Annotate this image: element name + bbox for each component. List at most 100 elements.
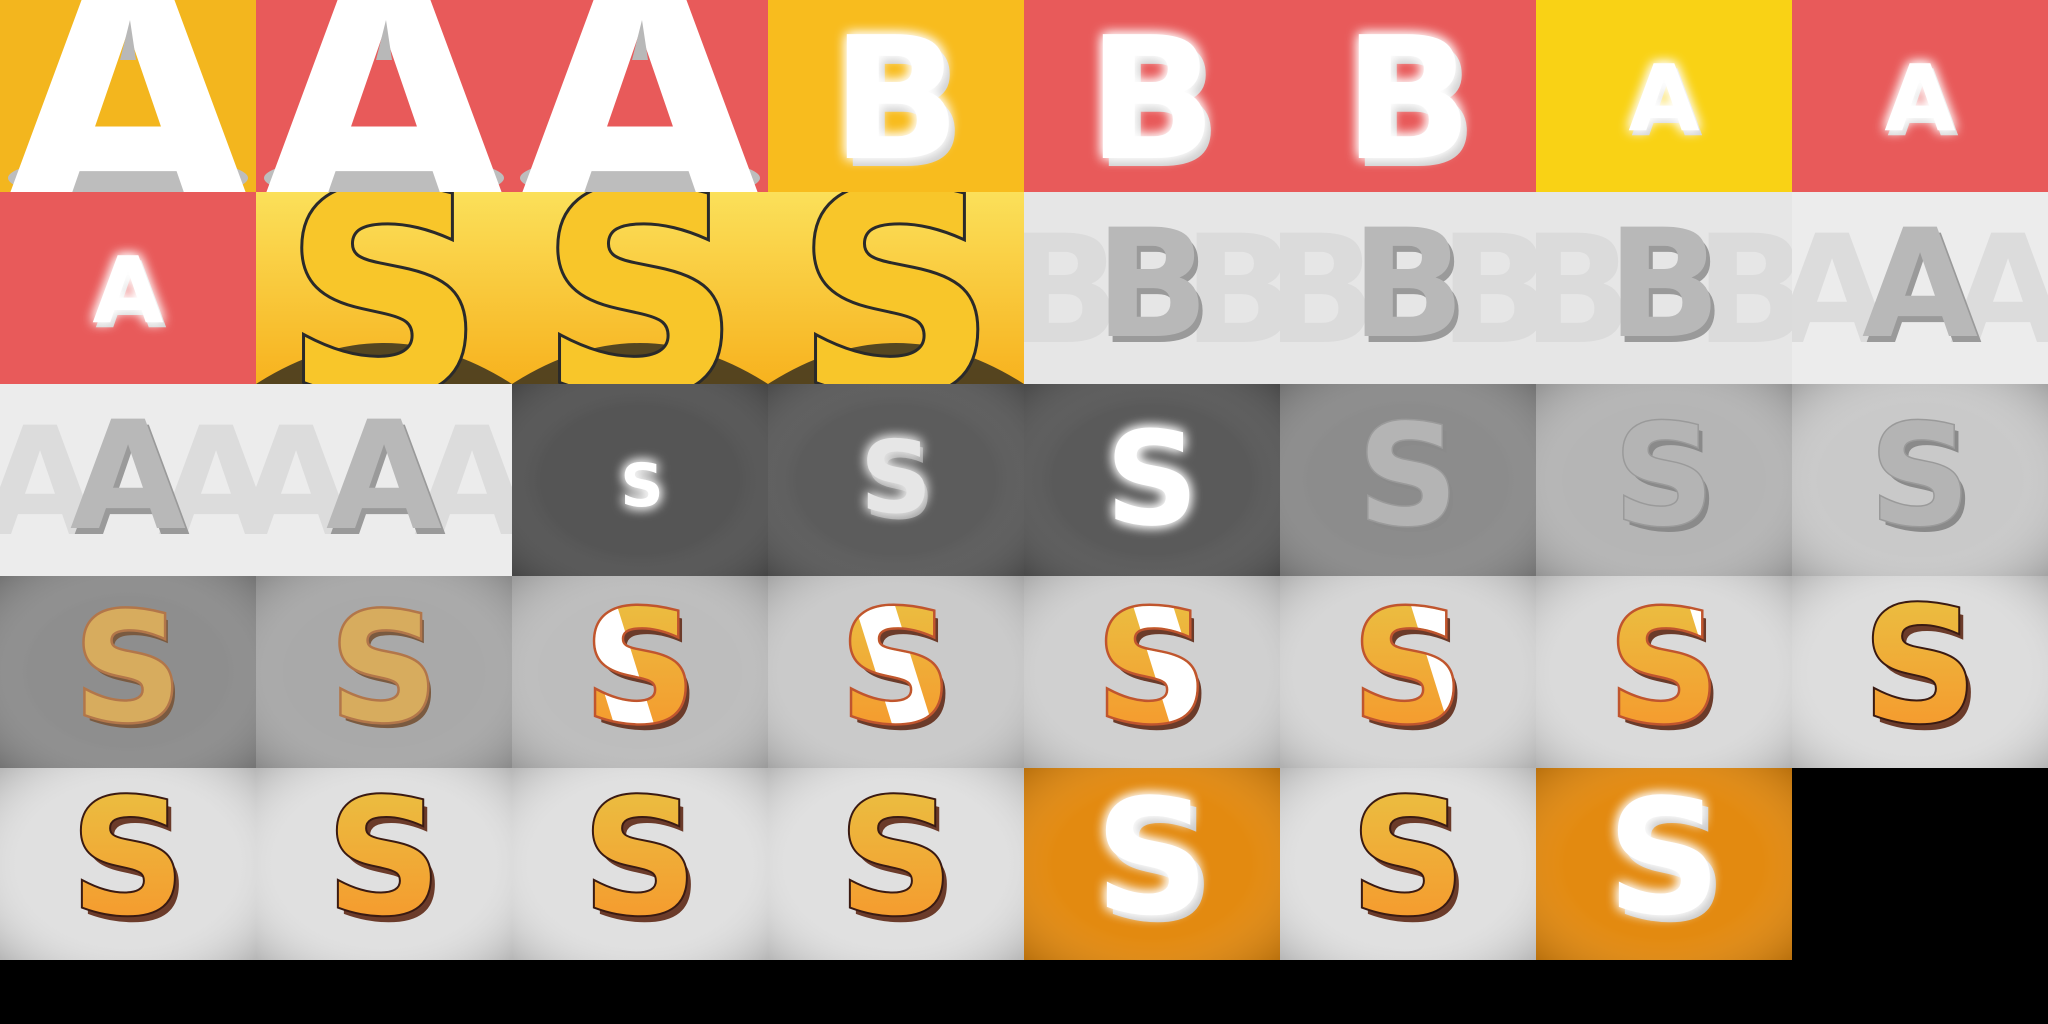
sprite-frame: AA [1792, 0, 2048, 192]
sprite-frame: SSS [1024, 576, 1280, 768]
sprite-frame: A [256, 0, 512, 192]
frame-art: A [0, 0, 256, 192]
frame-art: A [256, 0, 512, 192]
letter-b-glyph: B [1343, 1, 1473, 192]
sprite-frame: SSS [1280, 576, 1536, 768]
sprite-frame: S [512, 384, 768, 576]
letter-a-glyph: A [70, 390, 186, 564]
letter-b-glyph: B [1087, 1, 1217, 192]
sprite-frame: AAAA [256, 384, 512, 576]
letter-a-glyph: A [1884, 45, 1955, 152]
sprite-frame: SS [256, 768, 512, 960]
frame-art: SSS [1024, 576, 1280, 768]
letter-s-glyph: S [620, 451, 663, 521]
letter-s-glyph: S [74, 582, 182, 756]
frame-art: SSS [1536, 576, 1792, 768]
frame-art: SS [1280, 384, 1536, 576]
letter-b-glyph: B [1607, 198, 1721, 372]
letter-b-glyph: B [831, 1, 961, 192]
frame-art: SS [1536, 768, 1792, 960]
letter-s-glyph: S [326, 768, 441, 951]
frame-art: SS [1024, 768, 1280, 960]
sprite-frame: AA [1536, 0, 1792, 192]
frame-art: A AAA [0, 384, 256, 576]
sprite-frame: AAAA [1792, 192, 2048, 384]
letter-s-glyph: S [1606, 768, 1721, 951]
frame-art: SSS [1280, 576, 1536, 768]
sprite-frame: BB [1280, 0, 1536, 192]
sprite-frame: BBBB [1280, 192, 1536, 384]
frame-art: S [512, 192, 768, 384]
sprite-frame: A [0, 0, 256, 192]
frame-art: SSS [768, 576, 1024, 768]
sprite-frame: SS [1024, 768, 1280, 960]
letter-s-glyph: S [1094, 768, 1209, 951]
sprite-frame: BBBB [1536, 192, 1792, 384]
sprite-frame: S [512, 192, 768, 384]
sprite-frame: SS [1280, 384, 1536, 576]
sprite-frame: SSS [512, 576, 768, 768]
frame-art: AA [1536, 0, 1792, 192]
letter-a-glyph: A [326, 390, 442, 564]
letter-s-glyph: S [1358, 395, 1459, 558]
frame-art: S [768, 192, 1024, 384]
frame-art: SS [1536, 384, 1792, 576]
frame-art: A [512, 0, 768, 192]
sprite-frame: BB [768, 0, 1024, 192]
frame-art: BB [768, 0, 1024, 192]
frame-art: BB [1024, 0, 1280, 192]
letter-s-glyph: S [838, 768, 953, 951]
frame-art: SS [768, 768, 1024, 960]
frame-art: S [256, 192, 512, 384]
sprite-frame: SS [1792, 384, 2048, 576]
sprite-frame: S [256, 192, 512, 384]
sprite-frame: BB [1024, 0, 1280, 192]
frame-art: A AAA [1792, 192, 2048, 384]
letter-a-glyph: A [1862, 198, 1978, 372]
sprite-sheet: AAABBBBBBAAAAAASSSBBBBBBBBBBBBAAAAAAAAAA… [0, 0, 2048, 1024]
letter-s-glyph: S [860, 419, 932, 536]
sprite-frame: AAAA [0, 384, 256, 576]
sprite-frame: AA [0, 192, 256, 384]
frame-art: SS [768, 384, 1024, 576]
frame-art: B BBB [1280, 192, 1536, 384]
frame-art: S [1024, 384, 1280, 576]
letter-b-glyph: B [1351, 198, 1465, 372]
sprite-frame: BBBB [1024, 192, 1280, 384]
frame-art: B BBB [1536, 192, 1792, 384]
letter-s-glyph: S [539, 192, 741, 384]
letter-s-glyph: S [1350, 768, 1465, 951]
sprite-frame: S [1024, 384, 1280, 576]
frame-art: BB [1280, 0, 1536, 192]
sprite-frame: SS [1536, 768, 1792, 960]
sprite-frame: SSS [1536, 576, 1792, 768]
frame-art: SS [1792, 576, 2048, 768]
frame-art: SS [0, 768, 256, 960]
letter-a-glyph: A [92, 237, 163, 344]
frame-art: SS [1280, 768, 1536, 960]
letter-s-glyph: S [330, 582, 438, 756]
sprite-frame: SS [1280, 768, 1536, 960]
sprite-frame: SS [768, 768, 1024, 960]
letter-a-glyph: A [1628, 45, 1699, 152]
sprite-frame: SS [0, 768, 256, 960]
sprite-frame: A [512, 0, 768, 192]
letter-s-glyph: S [70, 768, 185, 951]
sprite-frame: SS [256, 576, 512, 768]
frame-art: SS [0, 576, 256, 768]
letter-s-glyph: S [1870, 395, 1971, 558]
sprite-frame: SS [512, 768, 768, 960]
sprite-frame: SSS [768, 576, 1024, 768]
letter-b-glyph: B [1095, 198, 1209, 372]
frame-art: SS [256, 768, 512, 960]
frame-art: SS [256, 576, 512, 768]
sprite-frame: SS [768, 384, 1024, 576]
frame-art: AA [1792, 0, 2048, 192]
frame-art: SS [1792, 384, 2048, 576]
sprite-frame: SS [0, 576, 256, 768]
frame-art: SS [512, 768, 768, 960]
frame-art: S [512, 384, 768, 576]
frame-art: SSS [512, 576, 768, 768]
letter-s-glyph: S [283, 192, 485, 384]
letter-s-glyph: S [1105, 403, 1199, 555]
